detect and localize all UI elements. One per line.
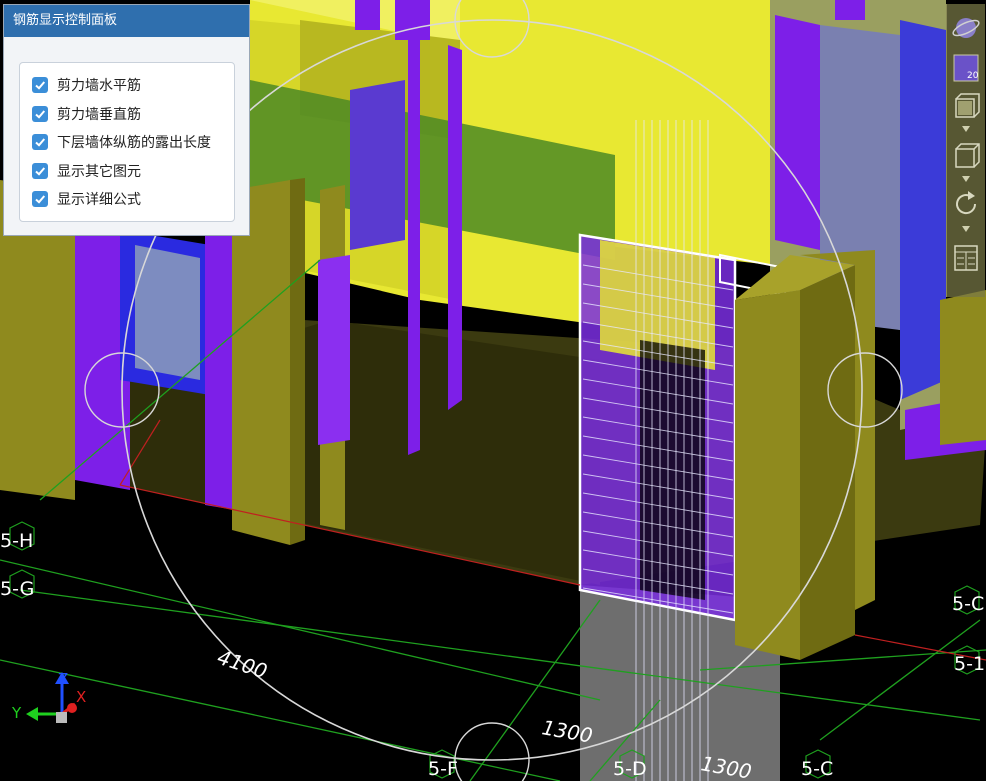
option-show-detailed-formula[interactable]: 显示详细公式 bbox=[20, 185, 234, 214]
view-20-icon[interactable]: 20 bbox=[951, 52, 981, 84]
grid-label-5G: 5-G bbox=[0, 578, 34, 600]
checkbox-checked-icon[interactable] bbox=[32, 105, 48, 122]
caret-down-icon[interactable] bbox=[962, 126, 970, 132]
option-label: 剪力墙垂直筋 bbox=[57, 106, 141, 123]
option-label: 下层墙体纵筋的露出长度 bbox=[57, 135, 211, 152]
grid-label-5-1: 5-1 bbox=[954, 653, 985, 675]
option-label: 显示详细公式 bbox=[57, 192, 141, 209]
rebar-display-control-panel: 钢筋显示控制面板 剪力墙水平筋 剪力墙垂直筋 下层墙体纵筋的露出长度 显示其它图… bbox=[3, 4, 250, 236]
panel-options: 剪力墙水平筋 剪力墙垂直筋 下层墙体纵筋的露出长度 显示其它图元 显示详细公式 bbox=[19, 62, 235, 222]
rebar-purple-stem bbox=[408, 35, 420, 455]
checkbox-checked-icon[interactable] bbox=[32, 191, 48, 208]
view-toolbar: 20 bbox=[946, 4, 985, 297]
column-olive-front-side bbox=[800, 265, 855, 660]
grid-label-5C-bottom: 5-C bbox=[801, 758, 833, 780]
rebar-purple-stem-2 bbox=[448, 45, 462, 410]
rebar-purple-center bbox=[318, 255, 350, 445]
wall-purple-right bbox=[775, 15, 820, 250]
window-purple-center bbox=[350, 80, 405, 250]
caret-down-icon[interactable] bbox=[962, 226, 970, 232]
sliver-purple-2 bbox=[395, 0, 430, 40]
axis-label-z: Z bbox=[58, 670, 68, 688]
option-shear-wall-horizontal[interactable]: 剪力墙水平筋 bbox=[20, 71, 234, 100]
checkbox-checked-icon[interactable] bbox=[32, 77, 48, 94]
checkbox-checked-icon[interactable] bbox=[32, 134, 48, 151]
grid-label-5D: 5-D bbox=[613, 758, 647, 780]
grid-label-5C-right: 5-C bbox=[952, 593, 984, 615]
option-label: 剪力墙水平筋 bbox=[57, 78, 141, 95]
option-shear-wall-vertical[interactable]: 剪力墙垂直筋 bbox=[20, 100, 234, 129]
grid-label-5F: 5-F bbox=[428, 758, 458, 780]
option-label: 显示其它图元 bbox=[57, 163, 141, 180]
panel-title: 钢筋显示控制面板 bbox=[4, 5, 249, 37]
checkbox-checked-icon[interactable] bbox=[32, 162, 48, 179]
grid-label-5H: 5-H bbox=[0, 530, 33, 552]
layout-grid-icon[interactable] bbox=[951, 242, 981, 274]
axis-label-x: X bbox=[76, 688, 86, 706]
option-lower-wall-rebar-exposure[interactable]: 下层墙体纵筋的露出长度 bbox=[20, 128, 234, 157]
rotate-icon[interactable] bbox=[951, 188, 981, 220]
axis-label-y: Y bbox=[11, 704, 22, 722]
box-iso-icon[interactable] bbox=[951, 140, 981, 172]
option-show-other-elements[interactable]: 显示其它图元 bbox=[20, 157, 234, 186]
caret-down-icon[interactable] bbox=[962, 176, 970, 182]
sliver-purple-1 bbox=[355, 0, 380, 30]
wall-olive-far-right bbox=[940, 290, 986, 445]
orbit-icon[interactable] bbox=[951, 12, 981, 44]
window-glass-left bbox=[135, 245, 200, 380]
column-olive-front bbox=[735, 290, 800, 660]
box-front-icon[interactable] bbox=[951, 90, 981, 122]
sliver-purple-3 bbox=[835, 0, 865, 20]
view-badge: 20 bbox=[967, 71, 979, 81]
column-olive-left-side bbox=[290, 178, 305, 545]
window-blue-right bbox=[900, 20, 946, 400]
